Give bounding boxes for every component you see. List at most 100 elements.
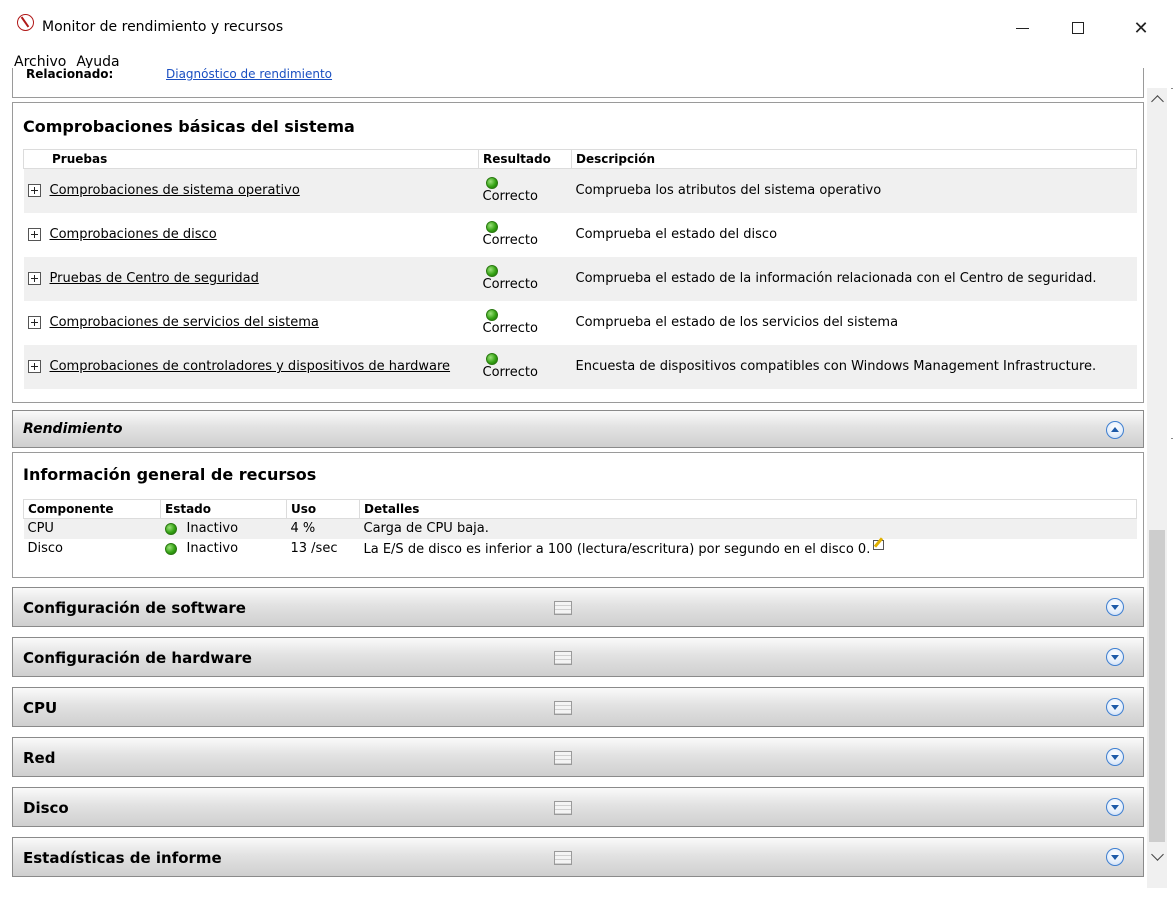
state-cell: Inactivo [186,521,239,537]
details-cell: La E/S de disco es inferior a 100 (lectu… [363,542,871,557]
usage-cell: 4 % [290,521,316,537]
test-link[interactable]: Comprobaciones de controladores y dispos… [50,359,451,374]
scroll-up-button[interactable] [1147,88,1167,110]
status-ok-icon [485,308,498,321]
chevron-down-icon [1150,848,1164,861]
column-header-componente[interactable]: Componente [23,499,161,519]
table-view-icon[interactable] [554,601,572,615]
edit-note-icon[interactable] [873,540,885,550]
section-header-network[interactable]: Red [12,737,1144,777]
table-view-icon[interactable] [554,701,572,715]
table-row[interactable]: Comprobaciones de sistema operativo Corr… [23,168,1137,213]
performance-section-title: Rendimiento [23,421,123,437]
table-row: Disco Inactivo 13 /sec La E/S de disco e… [24,539,1137,559]
expand-icon[interactable] [27,184,41,198]
column-header-pruebas[interactable]: Pruebas [23,149,479,169]
section-title: Red [23,749,56,767]
result-text: Correcto [482,320,538,336]
close-button[interactable]: ✕ [1118,8,1164,48]
resources-table: Componente Estado Uso Detalles CPU Inact… [23,499,1137,559]
performance-section-header[interactable]: Rendimiento [12,410,1144,448]
description-text: Comprueba los atributos del sistema oper… [575,183,882,199]
expand-icon[interactable] [1106,748,1124,766]
result-text: Correcto [482,232,538,248]
section-header-hardware-config[interactable]: Configuración de hardware [12,637,1144,677]
window-edge-mark [1171,438,1173,439]
table-row[interactable]: Pruebas de Centro de seguridad Correcto … [23,256,1137,301]
status-ok-icon [164,522,177,535]
column-header-uso[interactable]: Uso [286,499,360,519]
close-icon: ✕ [1133,17,1149,39]
description-text: Comprueba el estado del disco [575,227,778,242]
table-view-icon[interactable] [554,851,572,865]
table-row[interactable]: Comprobaciones de controladores y dispos… [23,344,1137,389]
collapse-icon[interactable] [1106,421,1124,439]
section-header-cpu[interactable]: CPU [12,687,1144,727]
usage-cell: 13 /sec [290,541,338,556]
expand-icon[interactable] [1106,698,1124,716]
basic-checks-section: Comprobaciones básicas del sistema Prueb… [12,102,1144,403]
maximize-icon [1072,22,1084,34]
test-link[interactable]: Comprobaciones de servicios del sistema [50,315,319,330]
status-ok-icon [485,220,498,233]
expand-icon[interactable] [1106,798,1124,816]
related-label: Relacionado: [26,68,114,81]
table-view-icon[interactable] [554,751,572,765]
expand-icon[interactable] [27,316,41,329]
expand-icon[interactable] [1106,598,1124,616]
result-text: Correcto [482,364,538,380]
status-ok-icon [485,176,498,189]
test-link[interactable]: Pruebas de Centro de seguridad [50,271,259,286]
description-text: Comprueba el estado de la información re… [575,271,1097,286]
table-row: CPU Inactivo 4 % Carga de CPU baja. [23,518,1137,539]
component-cell: CPU [27,521,54,537]
related-box: Relacionado: Diagnóstico de rendimiento [12,68,1144,98]
expand-icon[interactable] [27,360,41,373]
component-cell: Disco [27,541,64,556]
test-link[interactable]: Comprobaciones de sistema operativo [50,183,300,198]
status-ok-icon [164,542,177,555]
column-header-detalles[interactable]: Detalles [359,499,1137,519]
status-ok-icon [485,264,498,277]
details-cell: Carga de CPU baja. [363,521,489,537]
performance-diagnostics-link[interactable]: Diagnóstico de rendimiento [166,68,332,81]
section-header-disk[interactable]: Disco [12,787,1144,827]
result-text: Correcto [482,188,538,204]
expand-icon[interactable] [1106,848,1124,866]
table-view-icon[interactable] [554,651,572,665]
expand-icon[interactable] [27,272,41,285]
test-link[interactable]: Comprobaciones de disco [50,227,217,242]
minimize-button[interactable] [999,8,1045,48]
expand-icon[interactable] [1106,648,1124,666]
description-text: Comprueba el estado de los servicios del… [575,315,899,330]
scroll-down-button[interactable] [1147,846,1167,868]
performance-monitor-icon [17,14,34,31]
resources-section: Información general de recursos Componen… [12,452,1144,578]
table-row[interactable]: Comprobaciones de disco Correcto Comprue… [24,213,1137,257]
basic-checks-table: Pruebas Resultado Descripción Comprobaci… [23,149,1137,389]
table-view-icon[interactable] [554,801,572,815]
vertical-scrollbar[interactable] [1147,88,1167,888]
section-header-report-statistics[interactable]: Estadísticas de informe [12,837,1144,877]
minimize-icon [1015,27,1029,29]
scrollbar-thumb[interactable] [1149,530,1165,842]
status-ok-icon [485,352,498,365]
window-edge-mark [1171,88,1173,89]
section-title: CPU [23,699,58,717]
title-bar: Monitor de rendimiento y recursos ✕ [0,0,1176,56]
table-header-row: Pruebas Resultado Descripción [23,149,1137,169]
section-title: Estadísticas de informe [23,849,222,867]
section-title: Configuración de hardware [23,649,252,667]
chevron-up-icon [1150,95,1164,108]
window-title: Monitor de rendimiento y recursos [42,19,284,35]
section-header-software-config[interactable]: Configuración de software [12,587,1144,627]
maximize-button[interactable] [1055,8,1101,48]
column-header-estado[interactable]: Estado [160,499,287,519]
basic-checks-heading: Comprobaciones básicas del sistema [23,117,355,136]
expand-icon[interactable] [27,228,41,241]
table-row[interactable]: Comprobaciones de servicios del sistema … [24,301,1137,345]
section-title: Disco [23,799,69,817]
resources-heading: Información general de recursos [23,465,317,484]
column-header-descripcion[interactable]: Descripción [571,149,1137,169]
column-header-resultado[interactable]: Resultado [478,149,572,169]
